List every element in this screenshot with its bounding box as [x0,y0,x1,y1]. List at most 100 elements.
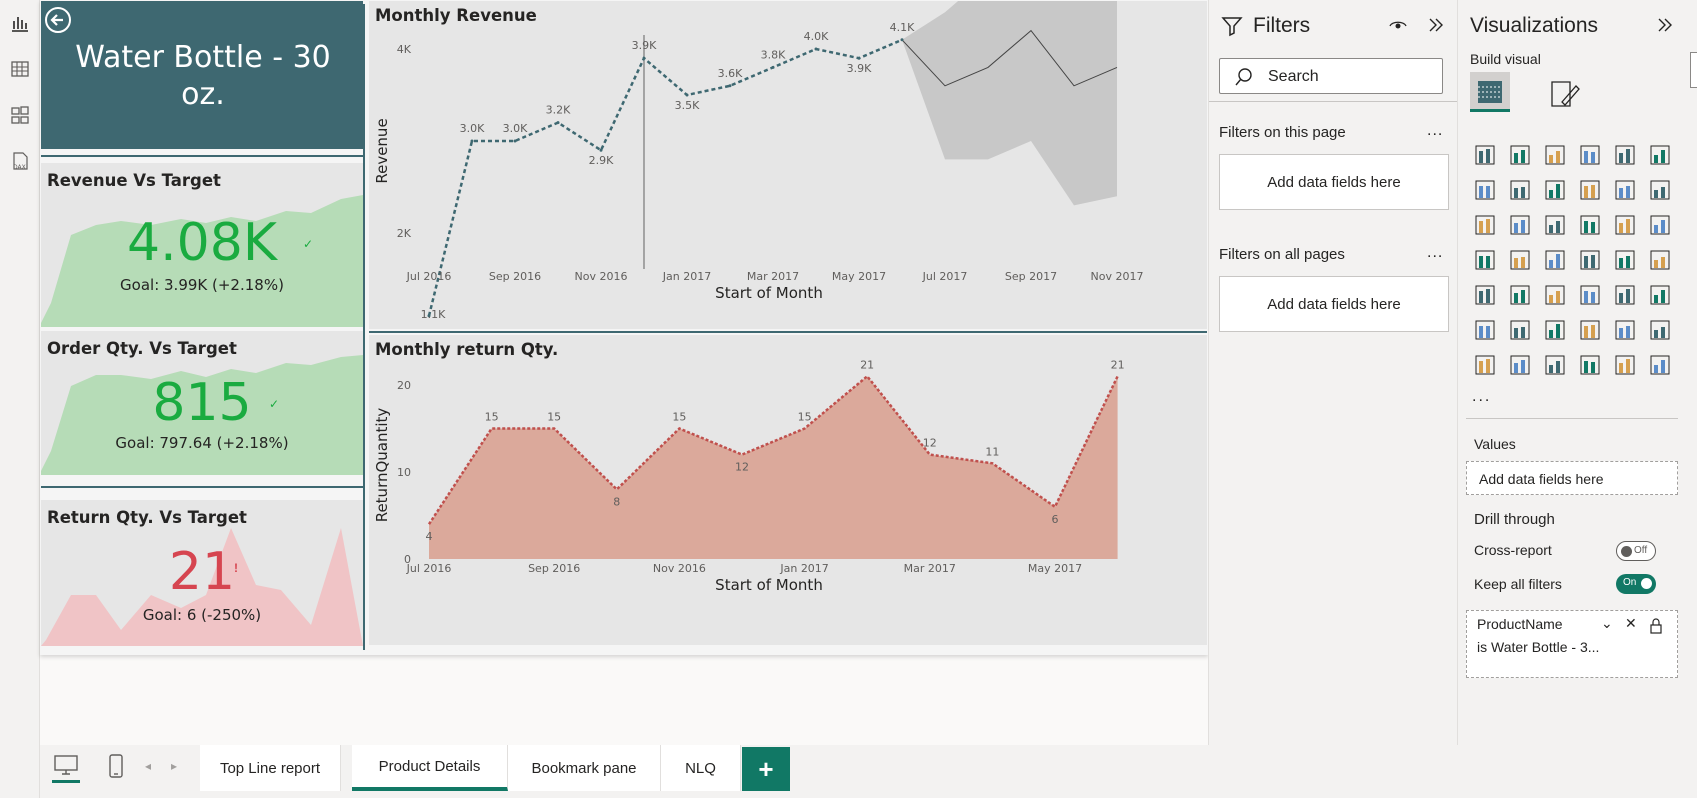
metrics-icon[interactable] [1645,315,1675,345]
r-visual-icon[interactable] [1645,280,1675,310]
return-data-label: 4 [426,530,433,543]
revenue-data-label: 4.0K [804,30,829,43]
page-filter-well[interactable]: Add data fields here [1219,154,1449,210]
more-visuals-icon[interactable]: ... [1472,388,1491,406]
line-chart-icon[interactable] [1470,175,1500,205]
ribbon-icon[interactable] [1575,175,1605,205]
clustered-column-icon[interactable] [1575,140,1605,170]
y-tick-label: 20 [397,379,411,392]
desktop-layout-icon[interactable] [52,753,80,783]
collapse-viz-icon[interactable] [1656,17,1674,33]
mobile-layout-icon[interactable] [106,753,126,783]
revenue-data-label: 4.1K [890,21,915,34]
matrix-icon[interactable] [1610,280,1640,310]
stacked-bar-icon[interactable] [1470,140,1500,170]
tab-bookmark-pane[interactable]: Bookmark pane [508,745,661,791]
paginated-report-icon[interactable] [1470,350,1500,380]
data-pane-tab[interactable] [1690,52,1697,88]
column-icon[interactable] [1505,210,1535,240]
revenue-point [642,56,646,60]
kpi-icon[interactable] [1505,280,1535,310]
collapse-filters-icon[interactable] [1427,17,1445,33]
more-options-icon[interactable]: ... [1427,244,1443,262]
back-arrow-icon[interactable] [44,6,72,34]
scatter-icon[interactable] [1575,210,1605,240]
power-automate-icon[interactable] [1540,350,1570,380]
eye-icon[interactable] [1389,17,1407,33]
all-pages-filter-well[interactable]: Add data fields here [1219,276,1449,332]
filter-field-value: is Water Bottle - 3... [1477,639,1600,655]
stacked-area-icon[interactable] [1540,175,1570,205]
stacked-column-icon[interactable] [1505,140,1535,170]
filter-search-input[interactable]: Search [1219,58,1443,94]
filter-field-name: ProductName [1477,616,1563,632]
return-alert-icon: ! [234,561,238,575]
power-apps-icon[interactable] [1505,350,1535,380]
order-kpi-card[interactable]: Order Qty. Vs Target 815 ✓ Goal: 797.64 … [41,331,363,475]
drillthrough-filter-card[interactable]: ProductName is Water Bottle - 3... ⌄ ✕ [1466,610,1678,678]
card-icon[interactable] [1645,245,1675,275]
left-rail: DAX [0,0,40,798]
multirow-card-icon[interactable] [1470,280,1500,310]
python-visual-icon[interactable] [1470,315,1500,345]
more-options-icon[interactable]: ... [1427,122,1443,140]
funnel-icon[interactable] [1540,210,1570,240]
return-data-label: 11 [985,445,999,458]
x-tick-label: Jan 2017 [662,270,711,283]
lock-icon[interactable] [1649,618,1663,634]
revenue-data-label: 3.5K [675,99,700,112]
azure-map-icon[interactable] [1575,245,1605,275]
page-tab-bar: ◂ ▸ Top Line report Product Details Book… [40,745,1208,793]
key-influencers-icon[interactable] [1505,315,1535,345]
area-chart-icon[interactable] [1505,175,1535,205]
horizontal-divider [41,486,363,488]
qa-icon[interactable] [1575,315,1605,345]
waterfall-icon[interactable] [1470,210,1500,240]
tab-top-line-report[interactable]: Top Line report [200,745,341,791]
gauge-icon[interactable] [1610,245,1640,275]
100-column-icon[interactable] [1645,140,1675,170]
dax-query-icon[interactable]: DAX [5,146,35,176]
arcgis-icon[interactable] [1575,350,1605,380]
clustered-bar-icon[interactable] [1540,140,1570,170]
line-clustered-column-icon[interactable] [1645,175,1675,205]
decomposition-tree-icon[interactable] [1540,315,1570,345]
smart-narrative-icon[interactable] [1610,315,1640,345]
tab-prev-icon[interactable]: ◂ [145,759,151,773]
map-icon[interactable] [1505,245,1535,275]
return-data-label: 21 [1111,358,1125,371]
cross-report-toggle[interactable]: Off [1616,541,1656,561]
return-kpi-card[interactable]: Return Qty. Vs Target 21 ! Goal: 6 (-250… [41,500,363,646]
donut-icon[interactable] [1645,210,1675,240]
monthly-revenue-chart[interactable]: Monthly Revenue 2K4K6K1.1K3.0K3.0K3.2K2.… [369,1,1207,329]
tab-next-icon[interactable]: ▸ [171,759,177,773]
report-canvas: Water Bottle - 30 oz. Revenue Vs Target … [40,0,1208,745]
revenue-data-label: 3.2K [546,104,571,117]
slicer-icon[interactable] [1540,280,1570,310]
model-view-icon[interactable] [5,100,35,130]
line-column-icon[interactable] [1610,175,1640,205]
revenue-point [900,38,904,42]
filled-map-icon[interactable] [1540,245,1570,275]
treemap-icon[interactable] [1470,245,1500,275]
table-view-icon[interactable] [5,54,35,84]
format-visual-tab[interactable] [1548,76,1584,112]
monthly-return-chart[interactable]: Monthly return Qty. 0 10 20 4 15 15 8 15 12 15 21 1… [369,335,1207,645]
values-well[interactable]: Add data fields here [1466,461,1678,495]
chevron-down-icon[interactable]: ⌄ [1601,615,1613,632]
chevron-visual-icon[interactable] [1645,350,1675,380]
table-icon[interactable] [1575,280,1605,310]
keep-filters-toggle[interactable]: On [1616,574,1656,594]
report-view-icon[interactable] [5,8,35,38]
add-page-button[interactable]: + [742,747,790,791]
pie-icon[interactable] [1610,210,1640,240]
revenue-kpi-card[interactable]: Revenue Vs Target 4.08K ✓ Goal: 3.99K (+… [41,163,363,327]
cross-report-label: Cross-report [1474,542,1552,558]
clear-filter-icon[interactable]: ✕ [1625,615,1637,632]
tab-product-details[interactable]: Product Details [352,745,508,791]
build-visual-tab[interactable] [1470,72,1510,112]
diamond-icon[interactable] [1610,350,1640,380]
return-data-label: 15 [798,411,812,424]
100-bar-icon[interactable] [1610,140,1640,170]
tab-nlq[interactable]: NLQ [661,745,741,791]
